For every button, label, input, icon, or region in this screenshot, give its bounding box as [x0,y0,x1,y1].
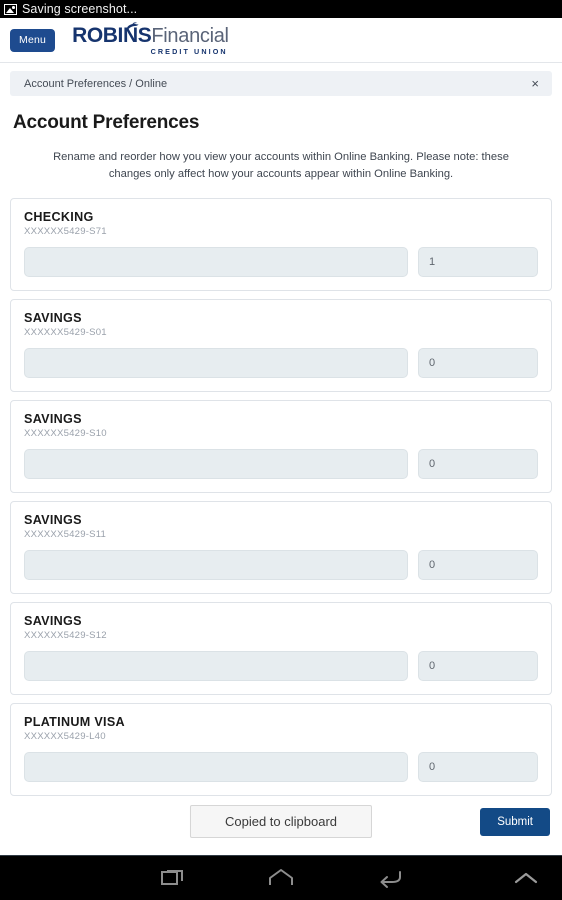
clipboard-toast: Copied to clipboard [189,805,373,839]
home-icon[interactable] [253,856,309,900]
account-card: PLATINUM VISA XXXXXX5429-L40 [10,702,552,796]
account-input-row [24,549,538,580]
account-card: SAVINGS XXXXXX5429-S10 [10,399,552,493]
close-icon[interactable]: × [529,75,541,92]
account-type-label: PLATINUM VISA [24,714,125,729]
page-title: Account Preferences [13,112,200,133]
back-icon[interactable] [362,856,418,900]
account-nickname-input[interactable] [24,650,408,681]
account-number-label: XXXXXX5429-S12 [24,629,107,641]
footer-actions: Copied to clipboard Submit [10,804,552,840]
account-input-row [24,650,538,681]
account-order-input[interactable] [418,650,538,681]
account-input-row [24,448,538,479]
account-nickname-input[interactable] [24,246,408,277]
account-card: SAVINGS XXXXXX5429-S01 [10,298,552,392]
account-card-list: CHECKINGXXXXXX5429-S71SAVINGSXXXXXX5429-… [10,197,552,796]
account-nickname-input[interactable] [24,448,408,479]
account-number-label: XXXXXX5429-S01 [24,326,107,338]
account-type-label: CHECKING [24,209,94,224]
account-input-row [24,246,538,277]
account-order-input[interactable] [418,751,538,782]
brand-tagline-text: CREDIT UNION [150,47,228,56]
brand-logo[interactable]: ROBINS Financial CREDIT UNION [72,21,229,58]
chevron-up-icon[interactable] [498,856,554,900]
account-order-input[interactable] [418,448,538,479]
status-bar-text: Saving screenshot... [22,2,138,16]
account-number-label: XXXXXX5429-S71 [24,225,107,237]
account-number-label: XXXXXX5429-S10 [24,427,107,439]
android-status-bar: Saving screenshot... [0,0,562,18]
account-number-label: XXXXXX5429-S11 [24,528,107,540]
site-header: Menu ROBINS Financial CREDIT UNION [0,18,562,63]
account-type-label: SAVINGS [24,411,82,426]
robin-bird-icon [126,21,139,30]
breadcrumb-text: Account Preferences / Online [24,77,168,90]
account-type-label: SAVINGS [24,512,82,527]
account-card: SAVINGS XXXXXX5429-S11 [10,500,552,594]
account-type-label: SAVINGS [24,310,82,325]
android-nav-bar [0,855,562,900]
main-content: Account Preferences Rename and reorder h… [0,96,562,855]
recents-icon[interactable] [145,856,201,900]
account-nickname-input[interactable] [24,751,408,782]
submit-button[interactable]: Submit [480,807,550,836]
breadcrumb-container: Account Preferences / Online × [0,63,562,96]
account-input-row [24,751,538,782]
breadcrumb: Account Preferences / Online × [10,71,552,96]
account-nickname-input[interactable] [24,347,408,378]
account-card: SAVINGS XXXXXX5429-S12 [10,601,552,695]
device-screen: Saving screenshot... Menu ROBINS Financi… [0,0,562,900]
account-order-input[interactable] [418,549,538,580]
screenshot-image-icon [4,3,17,15]
account-order-input[interactable] [418,347,538,378]
account-card: CHECKING XXXXXX5429-S71 [10,197,552,291]
account-number-label: XXXXXX5429-L40 [24,730,106,742]
account-input-row [24,347,538,378]
menu-button[interactable]: Menu [10,29,56,52]
account-order-input[interactable] [418,246,538,277]
page-description: Rename and reorder how you view your acc… [53,151,509,181]
account-nickname-input[interactable] [24,549,408,580]
account-type-label: SAVINGS [24,613,82,628]
brand-secondary-text: Financial [151,25,229,47]
brand-wordmark: ROBINS Financial [72,25,229,46]
